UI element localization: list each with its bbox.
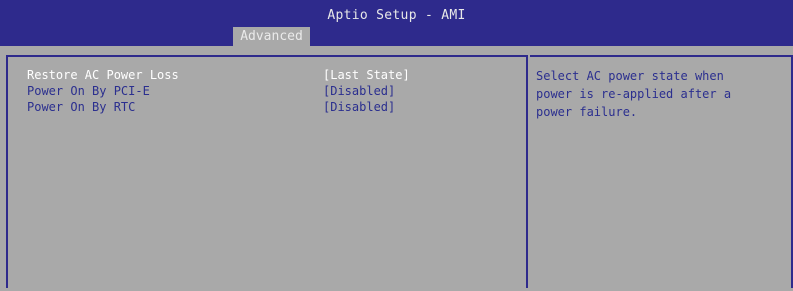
bios-screen: Aptio Setup - AMI Advanced Restore AC Po… (0, 0, 793, 291)
help-panel: Select AC power state when power is re-a… (530, 55, 793, 288)
setting-power-on-by-rtc[interactable]: Power On By RTC [Disabled] (27, 99, 507, 115)
setting-value[interactable]: [Disabled] (323, 83, 395, 99)
help-text: Select AC power state when power is re-a… (536, 67, 786, 121)
help-line: power failure. (536, 105, 638, 119)
window-title: Aptio Setup - AMI (327, 8, 466, 23)
setting-label: Power On By PCI-E (27, 84, 150, 98)
tab-advanced[interactable]: Advanced (233, 27, 310, 46)
header-bar: Aptio Setup - AMI Advanced (0, 0, 793, 46)
settings-panel: Restore AC Power Loss [Last State] Power… (6, 55, 528, 288)
help-line: Select AC power state when (536, 69, 724, 83)
setting-value[interactable]: [Last State] (323, 67, 410, 83)
setting-restore-ac-power-loss[interactable]: Restore AC Power Loss [Last State] (27, 67, 507, 83)
setting-power-on-by-pci-e[interactable]: Power On By PCI-E [Disabled] (27, 83, 507, 99)
setting-label: Restore AC Power Loss (27, 68, 179, 82)
help-line: power is re-applied after a (536, 87, 732, 101)
setting-label: Power On By RTC (27, 100, 136, 114)
setting-value[interactable]: [Disabled] (323, 99, 395, 115)
